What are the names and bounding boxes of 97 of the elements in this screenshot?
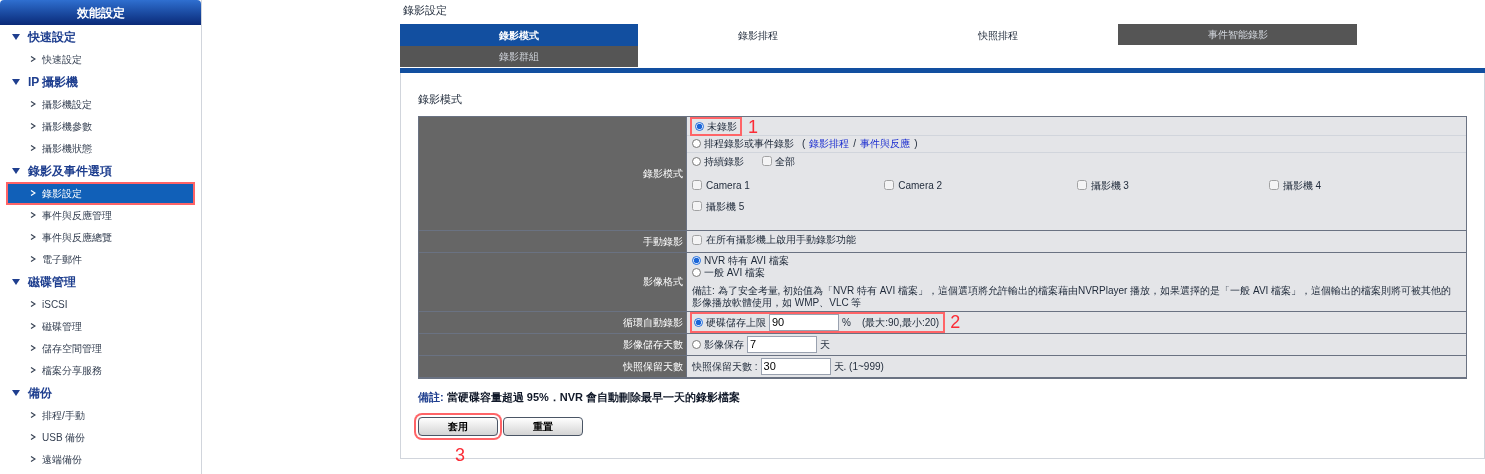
checkbox-label: 攝影機 3	[1090, 178, 1129, 193]
chevron-icon	[30, 301, 36, 307]
input-field[interactable]: 30	[760, 357, 831, 375]
callout-number: 1	[748, 117, 758, 136]
triangle-icon[interactable]	[12, 389, 20, 397]
chevron-icon	[30, 56, 36, 62]
radio-label: 一般 AVI 檔案	[704, 266, 765, 280]
callout-number: 2	[950, 313, 961, 331]
unit-label: %	[842, 315, 851, 330]
chevron-icon	[30, 323, 36, 329]
radio-button[interactable]	[695, 122, 704, 131]
triangle-icon[interactable]	[12, 78, 20, 86]
radio-button[interactable]	[692, 139, 701, 148]
row-label: 錄影模式	[419, 116, 686, 231]
checkbox[interactable]	[762, 156, 772, 166]
triangle-icon[interactable]	[12, 33, 20, 41]
sidebar-group[interactable]: 磁碟管理	[28, 273, 76, 291]
chevron-icon	[30, 412, 36, 418]
radio-button[interactable]	[692, 268, 701, 277]
chevron-icon	[30, 256, 36, 262]
sidebar-item[interactable]: 快速設定	[30, 51, 82, 67]
checkbox-label: Camera 1	[706, 178, 750, 193]
remark-text: 備註: 當硬碟容量超過 95%．NVR 會自動刪除最早一天的錄影檔案	[418, 389, 742, 405]
sidebar-item[interactable]: 攝影機參數	[30, 118, 92, 134]
sidebar-item[interactable]: USB 備份	[30, 429, 86, 445]
triangle-icon[interactable]	[12, 278, 20, 286]
sidebar-item[interactable]: 電子郵件	[30, 251, 82, 267]
row-label: 影像格式	[419, 252, 686, 312]
chevron-icon	[30, 123, 36, 129]
row-label: 快照保留天數	[419, 355, 686, 378]
sidebar-item[interactable]: 事件與反應總覽	[30, 229, 112, 245]
radio-button[interactable]	[692, 339, 701, 349]
radio-label: 持續錄影	[704, 154, 744, 169]
input-field[interactable]: 7	[747, 335, 817, 353]
page-title: 錄影設定	[402, 3, 448, 18]
sidebar-item[interactable]: 攝影機設定	[30, 96, 92, 112]
hint-text: (最大:90,最小:20)	[861, 315, 940, 330]
button[interactable]: 重置	[503, 417, 583, 436]
row-label: 手動錄影	[419, 230, 686, 253]
sidebar-item[interactable]: 檔案分享服務	[30, 362, 102, 378]
chevron-icon	[30, 367, 36, 373]
chevron-icon	[30, 190, 36, 196]
radio-label: 硬碟儲存上限	[706, 315, 766, 330]
checkbox[interactable]	[884, 180, 895, 190]
link[interactable]: 事件與反應	[860, 136, 911, 151]
unit-label: 天	[820, 337, 830, 352]
section-heading: 錄影模式	[418, 92, 463, 107]
radio-label: 排程錄影或事件錄影	[704, 137, 794, 151]
checkbox[interactable]	[692, 201, 702, 211]
sidebar-item[interactable]: 排程/手動	[30, 407, 85, 423]
checkbox[interactable]	[692, 234, 702, 245]
sidebar-item[interactable]: 遠端備份	[30, 451, 82, 467]
link[interactable]: 錄影排程	[809, 136, 850, 151]
note-text: 備註: 為了安全考量, 初始值為「NVR 特有 AVI 檔案」，這個選項將允許輸出的檔案藉由NVRPlayer 播放，如果選擇的是「一般 AVI 檔案」，這個輸出的檔案則將可被其他的影像播放軟體使用，如 WMP、VLC 等	[692, 284, 1453, 309]
radio-label: 影像保存	[704, 337, 744, 352]
sidebar-item[interactable]: 儲存空間管理	[30, 340, 102, 356]
tab[interactable]: 錄影模式	[400, 24, 638, 46]
checkbox-label: 攝影機 5	[706, 199, 745, 214]
row-label: 循環自動錄影	[419, 311, 686, 334]
sidebar-title: 效能設定	[0, 0, 201, 25]
sidebar-item[interactable]: 錄影設定	[8, 183, 193, 203]
radio-label: NVR 特有 AVI 檔案	[704, 254, 789, 267]
chevron-icon	[30, 234, 36, 240]
sidebar-group[interactable]: 備份	[28, 384, 52, 402]
checkbox-label: 全部	[775, 154, 795, 169]
radio-button[interactable]	[692, 256, 701, 265]
input-field[interactable]: 90	[769, 313, 839, 331]
sidebar-group[interactable]: 錄影及事件選項	[28, 162, 112, 180]
sidebar-group[interactable]: 快速設定	[28, 28, 76, 46]
field-label: 快照保留天數 :	[692, 359, 758, 374]
separator: /	[853, 137, 857, 151]
radio-button[interactable]	[692, 156, 701, 166]
sidebar-item[interactable]: iSCSI	[30, 296, 68, 312]
checkbox-label: 在所有攝影機上啟用手動錄影功能	[706, 233, 856, 247]
bracket: )	[914, 137, 918, 151]
radio-button[interactable]	[694, 317, 703, 327]
sidebar-item[interactable]: 磁碟管理	[30, 318, 82, 334]
chevron-icon	[30, 101, 36, 107]
radio-label: 未錄影	[707, 120, 737, 134]
checkbox-label: Camera 2	[898, 178, 943, 193]
chevron-icon	[30, 212, 36, 218]
checkbox-label: 攝影機 4	[1282, 178, 1322, 193]
chevron-icon	[30, 345, 36, 351]
sidebar-group[interactable]: IP 攝影機	[28, 73, 79, 91]
chevron-icon	[30, 456, 36, 462]
triangle-icon[interactable]	[12, 167, 20, 175]
row-label: 影像儲存天數	[419, 333, 686, 356]
bracket: (	[802, 137, 806, 151]
sidebar-item[interactable]: 攝影機狀態	[30, 140, 92, 156]
chevron-icon	[30, 145, 36, 151]
unit-label: 天. (1~999)	[833, 359, 884, 374]
checkbox[interactable]	[1076, 180, 1087, 190]
chevron-icon	[30, 434, 36, 440]
callout-number: 3	[455, 446, 465, 464]
sidebar-item[interactable]: 事件與反應管理	[30, 207, 112, 223]
checkbox[interactable]	[692, 180, 702, 190]
checkbox[interactable]	[1268, 180, 1279, 190]
